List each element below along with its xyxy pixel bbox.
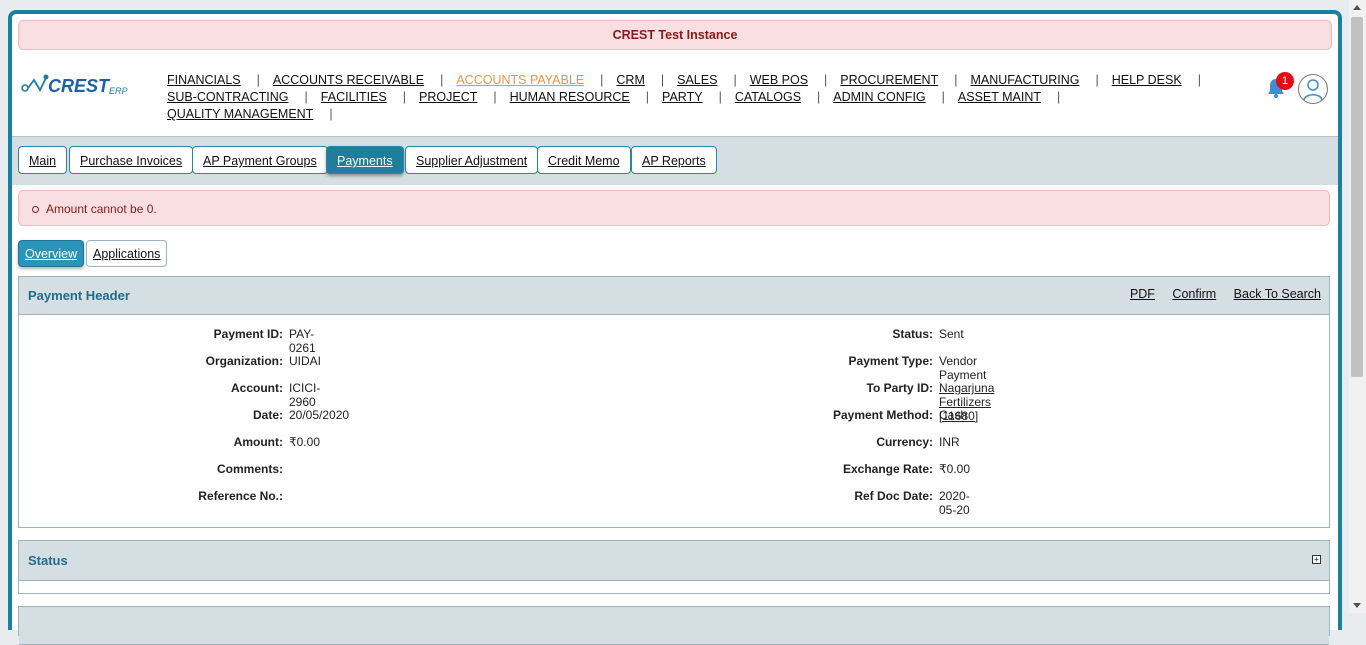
nav-web-pos[interactable]: WEB POS bbox=[750, 72, 808, 89]
nav-help-desk[interactable]: HELP DESK bbox=[1112, 72, 1182, 89]
nav-row-2: SUB-CONTRACTING | FACILITIES | PROJECT | HUMAN… bbox=[167, 89, 1061, 106]
nav-row-1: FINANCIALS | ACCOUNTS RECEIVABLE | ACCOUNTS … bbox=[167, 72, 1201, 89]
status-panel-title: Status bbox=[28, 553, 68, 568]
scroll-up-arrow-icon[interactable] bbox=[1353, 5, 1361, 10]
nav-quality-management[interactable]: QUALITY MANAGEMENT bbox=[167, 106, 313, 123]
nav-admin-config[interactable]: ADMIN CONFIG bbox=[833, 89, 925, 106]
notification-badge[interactable]: 1 bbox=[1276, 72, 1294, 90]
nav-crm[interactable]: CRM bbox=[616, 72, 644, 89]
logo-text: CREST bbox=[48, 76, 111, 96]
nav-asset-maint[interactable]: ASSET MAINT bbox=[958, 89, 1041, 106]
payment-header-head: Payment Header PDF Confirm Back To Searc… bbox=[19, 277, 1329, 315]
tab-supplier-adjustment[interactable]: Supplier Adjustment bbox=[405, 146, 539, 174]
vertical-scrollbar[interactable] bbox=[1349, 0, 1366, 613]
next-panel bbox=[18, 606, 1330, 645]
nav-financials[interactable]: FINANCIALS bbox=[167, 72, 241, 89]
nav-procurement[interactable]: PROCUREMENT bbox=[840, 72, 938, 89]
scrollbar-thumb[interactable] bbox=[1351, 17, 1363, 377]
nav-accounts-payable[interactable]: ACCOUNTS PAYABLE bbox=[456, 72, 584, 89]
panel-actions: PDF Confirm Back To Search bbox=[1116, 287, 1321, 301]
tab-ap-reports[interactable]: AP Reports bbox=[631, 146, 717, 174]
module-tab-strip: Main Purchase Invoices AP Payment Groups… bbox=[12, 136, 1338, 185]
nav-catalogs[interactable]: CATALOGS bbox=[735, 89, 801, 106]
nav-row-3: QUALITY MANAGEMENT | bbox=[167, 106, 333, 123]
error-message: Amount cannot be 0. bbox=[46, 202, 157, 216]
nav-accounts-receivable[interactable]: ACCOUNTS RECEIVABLE bbox=[273, 72, 424, 89]
payment-header-panel: Payment Header PDF Confirm Back To Searc… bbox=[18, 276, 1330, 528]
scroll-down-arrow-icon[interactable] bbox=[1353, 603, 1361, 608]
nav-project[interactable]: PROJECT bbox=[419, 89, 477, 106]
expand-icon[interactable]: + bbox=[1312, 555, 1321, 564]
main-navigation: FINANCIALS | ACCOUNTS RECEIVABLE | ACCOUNTS … bbox=[167, 72, 1247, 123]
panel-title: Payment Header bbox=[28, 288, 130, 303]
error-message-box: Amount cannot be 0. bbox=[18, 190, 1330, 226]
crest-erp-logo[interactable]: CREST ERP bbox=[20, 66, 140, 102]
bullet-icon bbox=[32, 206, 39, 213]
subtab-overview[interactable]: Overview bbox=[18, 240, 85, 267]
tab-credit-memo[interactable]: Credit Memo bbox=[537, 146, 631, 174]
app-frame: CREST Test Instance CREST ERP FINANCIALS… bbox=[8, 10, 1342, 645]
instance-banner: CREST Test Instance bbox=[18, 20, 1332, 50]
tab-purchase-invoices[interactable]: Purchase Invoices bbox=[69, 146, 194, 174]
status-panel-head[interactable]: Status + bbox=[19, 541, 1329, 581]
tab-main[interactable]: Main bbox=[18, 146, 68, 174]
status-panel: Status + bbox=[18, 540, 1330, 594]
nav-party[interactable]: PARTY bbox=[662, 89, 703, 106]
nav-manufacturing[interactable]: MANUFACTURING bbox=[970, 72, 1079, 89]
confirm-link[interactable]: Confirm bbox=[1172, 287, 1216, 301]
user-avatar-icon[interactable] bbox=[1298, 74, 1328, 104]
nav-sub-contracting[interactable]: SUB-CONTRACTING bbox=[167, 89, 289, 106]
nav-facilities[interactable]: FACILITIES bbox=[321, 89, 387, 106]
back-to-search-link[interactable]: Back To Search bbox=[1234, 287, 1321, 301]
tab-payments[interactable]: Payments bbox=[326, 146, 404, 174]
tab-ap-payment-groups[interactable]: AP Payment Groups bbox=[192, 146, 328, 174]
nav-human-resource[interactable]: HUMAN RESOURCE bbox=[510, 89, 630, 106]
logo-subtext: ERP bbox=[109, 86, 128, 96]
pdf-link[interactable]: PDF bbox=[1130, 287, 1155, 301]
nav-sales[interactable]: SALES bbox=[677, 72, 717, 89]
subtab-applications[interactable]: Applications bbox=[86, 240, 168, 267]
